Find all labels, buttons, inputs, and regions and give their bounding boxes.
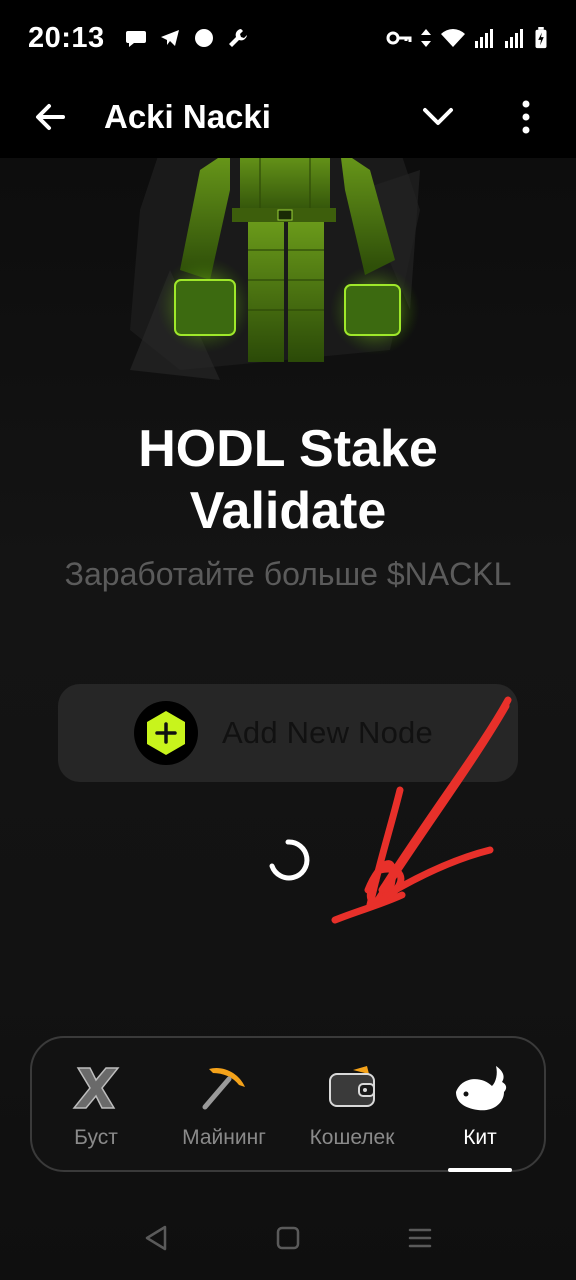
data-arrows-icon (421, 29, 431, 47)
headline-line-1: HODL Stake (138, 420, 438, 478)
triangle-back-icon (145, 1225, 167, 1251)
back-button[interactable] (26, 93, 74, 141)
dot-icon (194, 29, 213, 47)
chat-bubble-icon (125, 31, 146, 47)
pickaxe-icon (192, 1056, 256, 1120)
system-home-button[interactable] (268, 1218, 308, 1258)
hero-robot-illustration (130, 150, 420, 380)
dropdown-button[interactable] (414, 93, 462, 141)
system-nav-bar (0, 1196, 576, 1280)
nav-label-mining: Майнинг (182, 1126, 266, 1149)
nav-item-whale[interactable]: Кит (416, 1038, 544, 1172)
signal-icon (505, 29, 523, 48)
add-new-node-button[interactable]: Add New Node (58, 684, 518, 782)
status-right-icons (386, 27, 548, 49)
wifi-icon (441, 29, 465, 47)
chevron-down-icon (423, 108, 453, 125)
nav-label-boost: Буст (74, 1126, 118, 1149)
nav-item-mining[interactable]: Майнинг (160, 1038, 288, 1170)
wallet-icon (320, 1056, 384, 1120)
app-title: Acki Nacki (104, 98, 271, 135)
wrench-icon (228, 29, 247, 47)
kebab-menu-icon (522, 100, 530, 134)
nav-item-wallet[interactable]: Кошелек (288, 1038, 416, 1170)
plus-hexagon-icon (147, 711, 185, 755)
arrow-left-icon (36, 104, 65, 130)
nav-label-wallet: Кошелек (309, 1126, 395, 1149)
more-menu-button[interactable] (502, 93, 550, 141)
menu-lines-icon (408, 1228, 432, 1248)
loading-spinner-icon (269, 839, 310, 881)
app-header: Acki Nacki (0, 76, 576, 158)
signal-icon (475, 29, 493, 48)
telegram-icon (160, 30, 179, 46)
active-tab-indicator (448, 1168, 512, 1172)
headline: HODL Stake Validate (0, 418, 576, 542)
headline-line-2: Validate (189, 482, 387, 540)
add-node-label: Add New Node (222, 715, 433, 750)
status-left-icons (125, 27, 249, 49)
system-recents-button[interactable] (400, 1218, 440, 1258)
status-bar: 20:13 (0, 0, 576, 76)
key-icon (386, 31, 412, 45)
whale-icon (448, 1056, 512, 1120)
status-time: 20:13 (28, 21, 105, 54)
system-back-button[interactable] (136, 1218, 176, 1258)
battery-charging-icon (535, 27, 547, 49)
bottom-nav: Буст Майнинг Кошелек Кит (30, 1036, 546, 1172)
subheadline: Заработайте больше $NACKL (64, 556, 512, 592)
add-node-icon-wrap (134, 701, 198, 765)
square-home-icon (276, 1226, 300, 1250)
app-screen: 20:13 Acki Nacki HODL Stake Validate Зар… (0, 0, 576, 1280)
nav-label-whale: Кит (463, 1126, 497, 1149)
x-boost-icon (64, 1056, 128, 1120)
nav-item-boost[interactable]: Буст (32, 1038, 160, 1170)
